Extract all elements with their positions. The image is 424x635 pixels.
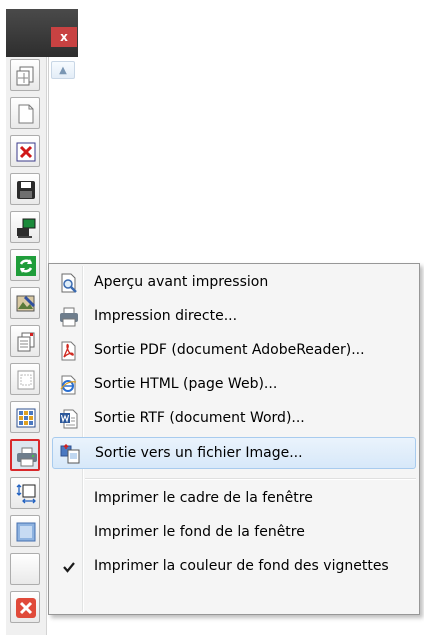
menu-item-label: Impression directe... [94, 308, 238, 324]
picture-icon [16, 522, 36, 542]
scroll-up-button[interactable]: ▲ [51, 61, 75, 79]
page-frame-button[interactable] [10, 363, 40, 395]
menu-item-print-thumbnail-color[interactable]: Imprimer la couleur de fond des vignette… [52, 551, 416, 583]
green-refresh-icon [16, 256, 36, 276]
menu-separator [85, 478, 416, 480]
menu-item-label: Aperçu avant impression [94, 274, 269, 290]
menu-item-label: Sortie vers un fichier Image... [95, 445, 303, 461]
grid-icon [16, 408, 36, 428]
refresh-button[interactable] [10, 249, 40, 281]
quit-button[interactable] [10, 591, 40, 623]
delete-button[interactable] [10, 135, 40, 167]
menu-item-print-background[interactable]: Imprimer le fond de la fenêtre [52, 517, 416, 549]
menu-item-html-output[interactable]: Sortie HTML (page Web)... [52, 369, 416, 401]
image-button[interactable] [10, 515, 40, 547]
save-button[interactable] [10, 173, 40, 205]
grid-view-button[interactable] [10, 401, 40, 433]
chevron-up-icon: ▲ [59, 64, 67, 76]
word-icon [60, 409, 78, 429]
menu-item-rtf-output[interactable]: Sortie RTF (document Word)... [52, 403, 416, 435]
menu-item-direct-print[interactable]: Impression directe... [52, 301, 416, 333]
window-titlebar: x [6, 9, 78, 57]
print-context-menu: Aperçu avant impression Impression direc… [48, 263, 420, 615]
resize-button[interactable] [10, 477, 40, 509]
stacked-pages-icon [17, 332, 35, 352]
content-pane: ▲ [48, 57, 79, 267]
print-preview-icon [61, 273, 77, 293]
vertical-toolbar [6, 57, 47, 635]
menu-item-image-output[interactable]: Sortie vers un fichier Image... [52, 437, 416, 469]
image-file-icon [60, 444, 80, 464]
page-frame-icon [17, 370, 35, 390]
close-window-button[interactable]: x [51, 27, 77, 47]
computer-icon [17, 218, 36, 238]
menu-item-label: Imprimer le cadre de la fenêtre [94, 490, 313, 506]
menu-item-label: Sortie HTML (page Web)... [94, 376, 278, 392]
menu-item-label: Sortie RTF (document Word)... [94, 410, 305, 426]
checkmark-icon [63, 562, 75, 573]
edit-image-button[interactable] [10, 287, 40, 319]
close-icon: x [60, 30, 68, 44]
printer-icon [60, 307, 78, 327]
image-edit-icon [16, 295, 36, 312]
red-close-icon [16, 598, 36, 618]
empty-button[interactable] [10, 553, 40, 585]
printer-icon [17, 447, 37, 467]
menu-item-label: Imprimer la couleur de fond des vignette… [94, 558, 389, 574]
window-pages-icon [16, 66, 34, 86]
menu-item-print-frame[interactable]: Imprimer le cadre de la fenêtre [52, 483, 416, 515]
print-button[interactable] [10, 439, 40, 471]
menu-item-print-preview[interactable]: Aperçu avant impression [52, 267, 416, 299]
menu-item-label: Imprimer le fond de la fenêtre [94, 524, 305, 540]
blank-page-icon [18, 104, 34, 124]
red-x-icon [16, 142, 36, 162]
computer-button[interactable] [10, 211, 40, 243]
pdf-icon [61, 341, 76, 361]
resize-icon [16, 484, 36, 504]
new-document-button[interactable] [10, 97, 40, 129]
menu-item-pdf-output[interactable]: Sortie PDF (document AdobeReader)... [52, 335, 416, 367]
new-window-button[interactable] [10, 59, 40, 91]
floppy-disk-icon [17, 181, 35, 199]
menu-item-label: Sortie PDF (document AdobeReader)... [94, 342, 365, 358]
copy-pages-button[interactable] [10, 325, 40, 357]
html-icon [60, 375, 77, 395]
